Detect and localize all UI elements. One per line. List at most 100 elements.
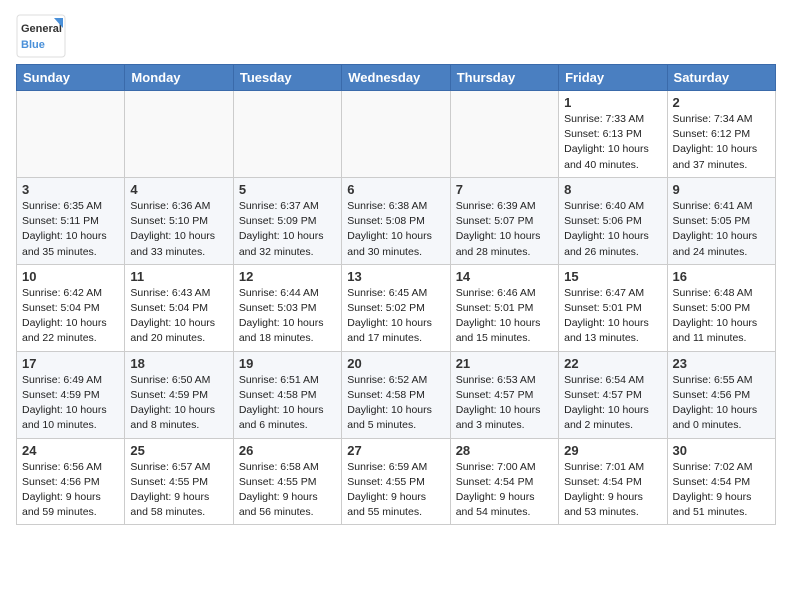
calendar-cell <box>450 91 558 178</box>
day-number: 8 <box>564 182 661 197</box>
calendar-cell: 23 Sunrise: 6:55 AMSunset: 4:56 PMDayligh… <box>667 351 775 438</box>
day-info: Sunrise: 6:39 AMSunset: 5:07 PMDaylight:… <box>456 199 553 260</box>
day-info: Sunrise: 6:40 AMSunset: 5:06 PMDaylight:… <box>564 199 661 260</box>
day-number: 26 <box>239 443 336 458</box>
day-info: Sunrise: 6:49 AMSunset: 4:59 PMDaylight:… <box>22 373 119 434</box>
day-number: 5 <box>239 182 336 197</box>
day-number: 16 <box>673 269 770 284</box>
day-number: 9 <box>673 182 770 197</box>
calendar-cell: 6 Sunrise: 6:38 AMSunset: 5:08 PMDaylight… <box>342 177 450 264</box>
calendar-cell: 21 Sunrise: 6:53 AMSunset: 4:57 PMDayligh… <box>450 351 558 438</box>
day-number: 22 <box>564 356 661 371</box>
day-info: Sunrise: 6:55 AMSunset: 4:56 PMDaylight:… <box>673 373 770 434</box>
day-number: 17 <box>22 356 119 371</box>
day-number: 28 <box>456 443 553 458</box>
calendar-header-row: SundayMondayTuesdayWednesdayThursdayFrid… <box>17 65 776 91</box>
svg-text:Blue: Blue <box>21 39 45 51</box>
calendar-cell: 19 Sunrise: 6:51 AMSunset: 4:58 PMDayligh… <box>233 351 341 438</box>
calendar-cell: 1Sunrise: 7:33 AMSunset: 6:13 PMDaylight… <box>559 91 667 178</box>
logo: General Blue <box>16 14 66 58</box>
header: General Blue <box>16 10 776 58</box>
day-number: 19 <box>239 356 336 371</box>
calendar-week-4: 17 Sunrise: 6:49 AMSunset: 4:59 PMDayligh… <box>17 351 776 438</box>
col-header-saturday: Saturday <box>667 65 775 91</box>
calendar-cell: 28 Sunrise: 7:00 AMSunset: 4:54 PMDayligh… <box>450 438 558 525</box>
calendar-cell <box>233 91 341 178</box>
day-info: Sunrise: 7:00 AMSunset: 4:54 PMDaylight:… <box>456 460 553 521</box>
day-info: Sunrise: 6:51 AMSunset: 4:58 PMDaylight:… <box>239 373 336 434</box>
day-number: 29 <box>564 443 661 458</box>
calendar-cell <box>342 91 450 178</box>
calendar-cell: 2Sunrise: 7:34 AMSunset: 6:12 PMDaylight… <box>667 91 775 178</box>
day-number: 12 <box>239 269 336 284</box>
day-info: Sunrise: 6:48 AMSunset: 5:00 PMDaylight:… <box>673 286 770 347</box>
calendar-cell: 27Sunrise: 6:59 AMSunset: 4:55 PMDayligh… <box>342 438 450 525</box>
day-info: Sunrise: 6:43 AMSunset: 5:04 PMDaylight:… <box>130 286 227 347</box>
calendar-cell: 26 Sunrise: 6:58 AMSunset: 4:55 PMDayligh… <box>233 438 341 525</box>
day-number: 21 <box>456 356 553 371</box>
logo-svg: General Blue <box>16 14 66 58</box>
calendar-cell: 10 Sunrise: 6:42 AMSunset: 5:04 PMDayligh… <box>17 264 125 351</box>
day-number: 23 <box>673 356 770 371</box>
calendar-week-3: 10 Sunrise: 6:42 AMSunset: 5:04 PMDayligh… <box>17 264 776 351</box>
day-number: 25 <box>130 443 227 458</box>
calendar-cell: 11 Sunrise: 6:43 AMSunset: 5:04 PMDayligh… <box>125 264 233 351</box>
day-info: Sunrise: 6:58 AMSunset: 4:55 PMDaylight:… <box>239 460 336 521</box>
calendar-cell: 18 Sunrise: 6:50 AMSunset: 4:59 PMDayligh… <box>125 351 233 438</box>
day-number: 3 <box>22 182 119 197</box>
calendar-cell: 8 Sunrise: 6:40 AMSunset: 5:06 PMDaylight… <box>559 177 667 264</box>
day-number: 18 <box>130 356 227 371</box>
day-number: 15 <box>564 269 661 284</box>
page: General Blue SundayMondayTuesdayWednesda… <box>0 0 792 535</box>
day-info: Sunrise: 7:02 AMSunset: 4:54 PMDaylight:… <box>673 460 770 521</box>
day-info: Sunrise: 6:57 AMSunset: 4:55 PMDaylight:… <box>130 460 227 521</box>
calendar: SundayMondayTuesdayWednesdayThursdayFrid… <box>16 64 776 525</box>
day-info: Sunrise: 6:46 AMSunset: 5:01 PMDaylight:… <box>456 286 553 347</box>
calendar-cell: 13 Sunrise: 6:45 AMSunset: 5:02 PMDayligh… <box>342 264 450 351</box>
calendar-cell: 25 Sunrise: 6:57 AMSunset: 4:55 PMDayligh… <box>125 438 233 525</box>
day-info: Sunrise: 6:42 AMSunset: 5:04 PMDaylight:… <box>22 286 119 347</box>
day-number: 14 <box>456 269 553 284</box>
day-info: Sunrise: 6:41 AMSunset: 5:05 PMDaylight:… <box>673 199 770 260</box>
day-info: Sunrise: 6:50 AMSunset: 4:59 PMDaylight:… <box>130 373 227 434</box>
day-number: 13 <box>347 269 444 284</box>
col-header-monday: Monday <box>125 65 233 91</box>
col-header-wednesday: Wednesday <box>342 65 450 91</box>
day-info: Sunrise: 7:01 AMSunset: 4:54 PMDaylight:… <box>564 460 661 521</box>
day-number: 11 <box>130 269 227 284</box>
day-number: 6 <box>347 182 444 197</box>
day-info: Sunrise: 6:36 AMSunset: 5:10 PMDaylight:… <box>130 199 227 260</box>
col-header-sunday: Sunday <box>17 65 125 91</box>
day-number: 4 <box>130 182 227 197</box>
calendar-cell: 9 Sunrise: 6:41 AMSunset: 5:05 PMDaylight… <box>667 177 775 264</box>
calendar-cell: 22 Sunrise: 6:54 AMSunset: 4:57 PMDayligh… <box>559 351 667 438</box>
col-header-friday: Friday <box>559 65 667 91</box>
calendar-cell: 20 Sunrise: 6:52 AMSunset: 4:58 PMDayligh… <box>342 351 450 438</box>
day-number: 24 <box>22 443 119 458</box>
calendar-cell: 5 Sunrise: 6:37 AMSunset: 5:09 PMDaylight… <box>233 177 341 264</box>
day-info: Sunrise: 6:45 AMSunset: 5:02 PMDaylight:… <box>347 286 444 347</box>
day-number: 20 <box>347 356 444 371</box>
calendar-cell: 3 Sunrise: 6:35 AMSunset: 5:11 PMDaylight… <box>17 177 125 264</box>
day-info: Sunrise: 6:54 AMSunset: 4:57 PMDaylight:… <box>564 373 661 434</box>
calendar-week-1: 1Sunrise: 7:33 AMSunset: 6:13 PMDaylight… <box>17 91 776 178</box>
calendar-week-2: 3 Sunrise: 6:35 AMSunset: 5:11 PMDaylight… <box>17 177 776 264</box>
day-info: Sunrise: 6:47 AMSunset: 5:01 PMDaylight:… <box>564 286 661 347</box>
day-info: Sunrise: 6:52 AMSunset: 4:58 PMDaylight:… <box>347 373 444 434</box>
day-info: Sunrise: 7:33 AMSunset: 6:13 PMDaylight:… <box>564 112 661 173</box>
col-header-tuesday: Tuesday <box>233 65 341 91</box>
day-number: 7 <box>456 182 553 197</box>
day-info: Sunrise: 6:53 AMSunset: 4:57 PMDaylight:… <box>456 373 553 434</box>
calendar-cell: 14 Sunrise: 6:46 AMSunset: 5:01 PMDayligh… <box>450 264 558 351</box>
day-info: Sunrise: 6:35 AMSunset: 5:11 PMDaylight:… <box>22 199 119 260</box>
day-info: Sunrise: 6:44 AMSunset: 5:03 PMDaylight:… <box>239 286 336 347</box>
day-number: 10 <box>22 269 119 284</box>
col-header-thursday: Thursday <box>450 65 558 91</box>
calendar-week-5: 24Sunrise: 6:56 AMSunset: 4:56 PMDayligh… <box>17 438 776 525</box>
day-info: Sunrise: 6:37 AMSunset: 5:09 PMDaylight:… <box>239 199 336 260</box>
day-info: Sunrise: 6:38 AMSunset: 5:08 PMDaylight:… <box>347 199 444 260</box>
day-info: Sunrise: 6:59 AMSunset: 4:55 PMDaylight:… <box>347 460 444 521</box>
calendar-cell: 17 Sunrise: 6:49 AMSunset: 4:59 PMDayligh… <box>17 351 125 438</box>
svg-text:General: General <box>21 23 62 35</box>
calendar-cell: 15 Sunrise: 6:47 AMSunset: 5:01 PMDayligh… <box>559 264 667 351</box>
